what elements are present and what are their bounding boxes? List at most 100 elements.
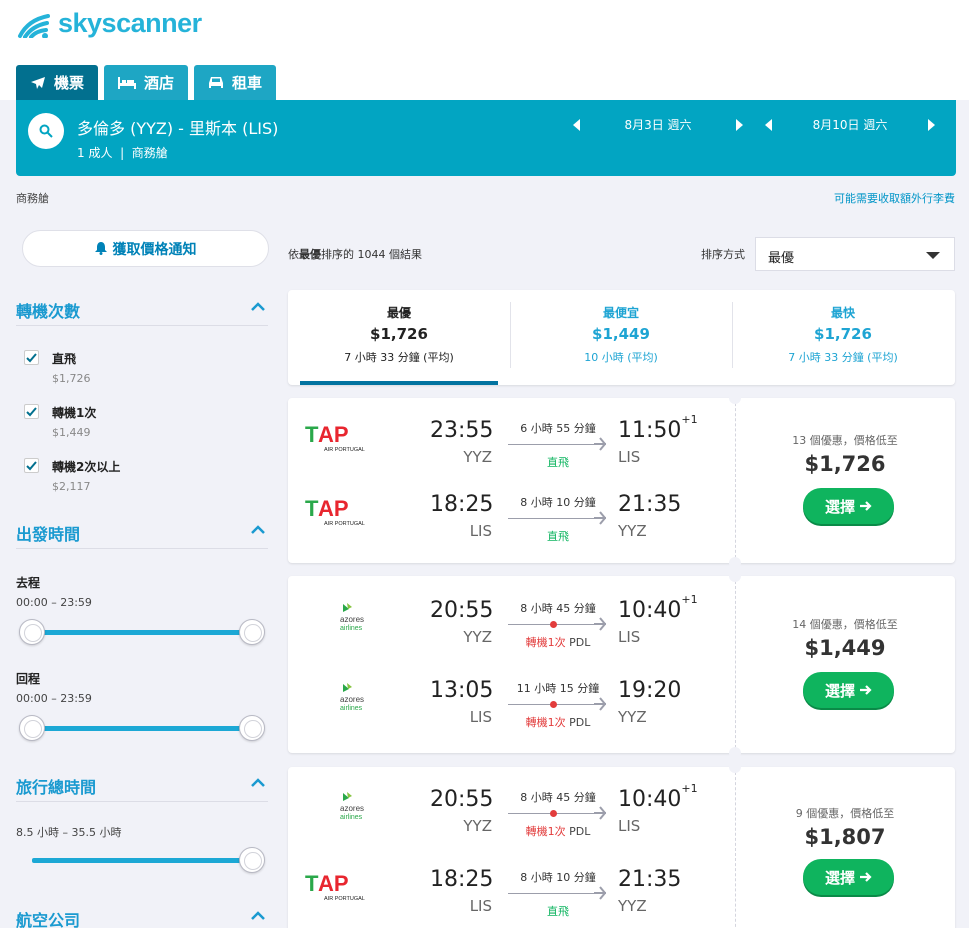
outbound-next-button[interactable]: [736, 118, 743, 131]
next-day-indicator: +1: [681, 781, 698, 795]
filter-title: 出發時間: [16, 525, 81, 544]
sort-select[interactable]: 最優: [755, 237, 955, 271]
flight-leg-return: azores airlines 13:05 LIS 11 小時 15 分鐘 轉機1…: [288, 668, 735, 738]
stops-direct-label[interactable]: 直飛: [52, 350, 76, 367]
select-button[interactable]: 選擇: [803, 672, 894, 708]
chevron-up-icon[interactable]: [250, 525, 266, 535]
search-summary-bar[interactable]: 多倫多 (YYZ) - 里斯本 (LIS) 1 成人 | 商務艙 8月3日 週六…: [16, 100, 956, 176]
outbound-slider-max-handle[interactable]: [239, 619, 265, 645]
passenger-cabin[interactable]: 1 成人 | 商務艙: [77, 144, 168, 161]
stop-dot: [550, 621, 557, 628]
filter-duration-header[interactable]: 旅行總時間: [16, 774, 268, 802]
divider: [735, 398, 736, 563]
flight-duration: 11 小時 15 分鐘: [516, 682, 600, 695]
summary-duration: 10 小時 (平均): [584, 351, 658, 364]
price-alert-label: 獲取價格通知: [112, 241, 197, 258]
outbound-time-range: 00:00 – 23:59: [16, 596, 92, 609]
tab-flights[interactable]: 機票: [16, 65, 99, 100]
stops-one-checkbox[interactable]: [24, 404, 39, 419]
select-button[interactable]: 選擇: [803, 488, 894, 524]
tab-label: 租車: [232, 74, 263, 92]
select-button[interactable]: 選擇: [803, 859, 894, 895]
svg-text:airlines: airlines: [340, 705, 363, 712]
plane-icon: [594, 617, 606, 631]
arrival-time: 10:40+1: [618, 782, 698, 812]
filter-title: 旅行總時間: [16, 778, 97, 797]
tap-air-portugal-logo: T APAIR PORTUGAL: [305, 871, 365, 902]
product-tabs: 機票 酒店 租車: [16, 65, 277, 100]
arrival-airport: LIS: [618, 628, 641, 646]
return-slider-min-handle[interactable]: [19, 715, 45, 741]
return-slider-max-handle[interactable]: [239, 715, 265, 741]
azores-airlines-logo: azoresairlines: [340, 603, 364, 632]
check-icon: [26, 407, 37, 417]
cabin-class: 商務艙: [131, 146, 168, 160]
passengers: 1 成人: [77, 146, 113, 160]
summary-duration: 7 小時 33 分鐘 (平均): [344, 351, 454, 364]
stops-two-plus-label[interactable]: 轉機2次以上: [52, 458, 120, 475]
flight-leg-outbound: azores airlines 20:55 YYZ 8 小時 45 分鐘 轉機1次…: [288, 588, 735, 658]
chevron-up-icon[interactable]: [250, 911, 266, 921]
results-mid: 排序的: [321, 248, 354, 261]
filter-title: 航空公司: [16, 911, 81, 928]
stops-count: 轉機1次: [525, 716, 566, 729]
next-day-indicator: +1: [681, 592, 698, 606]
flight-result-card[interactable]: azores airlines 20:55 YYZ 8 小時 45 分鐘 轉機1次…: [288, 570, 955, 759]
arrow-right-icon: [860, 685, 872, 695]
azores-airlines-logo: azoresairlines: [340, 792, 364, 821]
stops-direct-checkbox[interactable]: [24, 350, 39, 365]
duration-slider[interactable]: [32, 858, 252, 863]
summary-tab-fastest[interactable]: 最快 $1,726 7 小時 33 分鐘 (平均): [732, 290, 954, 385]
search-button[interactable]: [28, 113, 64, 149]
arrival-time-value: 10:40: [618, 598, 682, 623]
outbound-date[interactable]: 8月3日 週六: [624, 116, 691, 133]
outbound-slider-min-handle[interactable]: [19, 619, 45, 645]
plane-icon: [594, 886, 606, 900]
svg-text:airlines: airlines: [340, 625, 363, 632]
flight-result-card[interactable]: azores airlines 20:55 YYZ 8 小時 45 分鐘 轉機1次…: [288, 761, 955, 928]
outbound-prev-button[interactable]: [573, 118, 580, 131]
tab-hotels[interactable]: 酒店: [104, 65, 189, 100]
summary-tab-best[interactable]: 最優 $1,726 7 小時 33 分鐘 (平均): [288, 290, 510, 385]
stops-two-plus-price: $2,117: [52, 480, 91, 493]
filter-airlines-header[interactable]: 航空公司: [16, 907, 268, 928]
active-tab-indicator: [300, 381, 498, 385]
return-time-slider[interactable]: [32, 726, 252, 731]
baggage-fee-link[interactable]: 可能需要收取額外行李費: [834, 190, 955, 206]
filter-times-header[interactable]: 出發時間: [16, 521, 268, 549]
summary-price: $1,726: [370, 325, 428, 343]
outbound-time-slider[interactable]: [32, 630, 252, 635]
chevron-up-icon[interactable]: [250, 302, 266, 312]
sort-label: 排序方式: [701, 248, 745, 261]
select-label: 選擇: [824, 681, 855, 700]
summary-duration: 7 小時 33 分鐘 (平均): [788, 351, 898, 364]
chevron-up-icon[interactable]: [250, 778, 266, 788]
arrival-time: 11:50+1: [618, 413, 698, 443]
summary-tab-cheapest[interactable]: 最便宜 $1,449 10 小時 (平均): [510, 290, 732, 385]
deal-price: $1,726: [804, 452, 886, 476]
stops-info: 轉機1次 PDL: [508, 823, 608, 839]
summary-title: 最快: [830, 306, 855, 320]
arrival-time: 10:40+1: [618, 593, 698, 623]
tab-cars[interactable]: 租車: [194, 65, 277, 100]
svg-text:T: T: [305, 422, 319, 447]
return-prev-button[interactable]: [765, 118, 772, 131]
flight-duration: 8 小時 10 分鐘: [520, 871, 596, 884]
return-date[interactable]: 8月10日 週六: [813, 116, 888, 133]
duration-slider-handle[interactable]: [239, 847, 265, 873]
price-alert-button[interactable]: 獲取價格通知: [22, 230, 269, 267]
filter-stops-header[interactable]: 轉機次數: [16, 298, 268, 326]
stops-two-plus-checkbox[interactable]: [24, 458, 39, 473]
return-time-label: 回程: [16, 672, 41, 686]
stops-one-label[interactable]: 轉機1次: [52, 404, 96, 421]
flight-result-card[interactable]: T AP AIR PORTUGAL 23:55 YYZ 6 小時 55 分鐘 直飛 …: [288, 392, 955, 569]
brand-name: skyscanner: [58, 8, 202, 38]
results-prefix: 依: [288, 248, 299, 261]
departure-time: 23:55: [430, 418, 494, 443]
return-next-button[interactable]: [927, 118, 935, 131]
skyscanner-logo[interactable]: skyscanner: [16, 8, 202, 39]
check-icon: [26, 353, 37, 363]
svg-text:AIR PORTUGAL: AIR PORTUGAL: [324, 447, 365, 453]
arrow-right-icon: [860, 501, 872, 511]
route-text[interactable]: 多倫多 (YYZ) - 里斯本 (LIS): [77, 115, 278, 139]
